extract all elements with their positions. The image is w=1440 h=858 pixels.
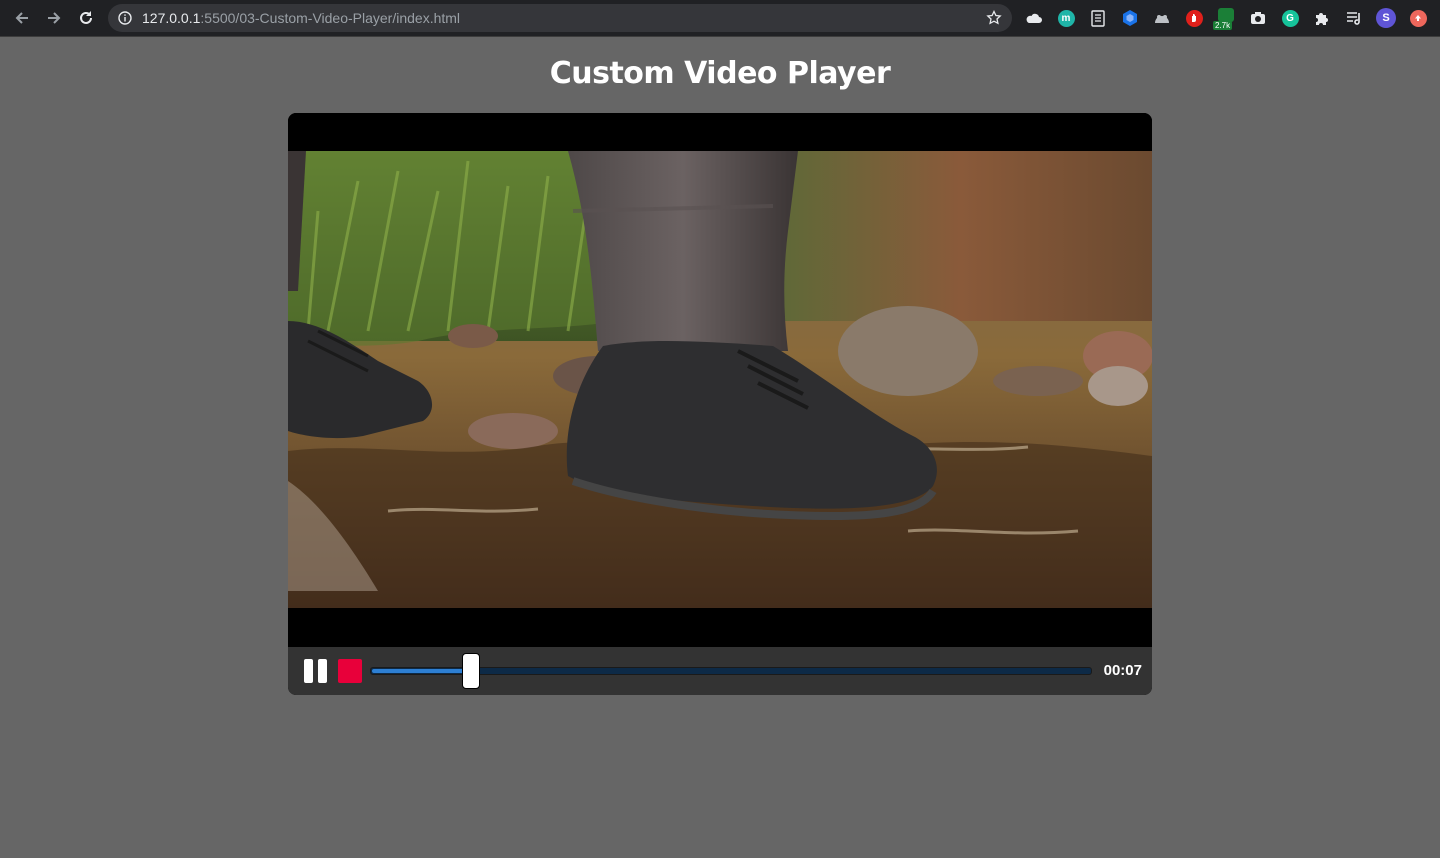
- reload-button[interactable]: [74, 6, 98, 30]
- back-arrow-icon: [15, 12, 28, 24]
- counter-badge: 2.7k: [1213, 21, 1233, 30]
- reading-list-icon[interactable]: [1344, 8, 1364, 28]
- timestamp: 00:07: [1103, 662, 1142, 679]
- m-extension-label: m: [1057, 9, 1075, 27]
- grammarly-label: G: [1281, 9, 1299, 27]
- address-bar[interactable]: 127.0.0.1:5500/03-Custom-Video-Player/in…: [108, 4, 1012, 32]
- pause-bar-right-icon: [318, 659, 327, 683]
- progress-thumb[interactable]: [462, 653, 481, 689]
- pause-bar-left-icon: [304, 659, 313, 683]
- video-player: 00:07: [288, 113, 1152, 695]
- reload-icon: [80, 11, 92, 24]
- cloud-extension-icon[interactable]: [1024, 8, 1044, 28]
- url-text: 127.0.0.1:5500/03-Custom-Video-Player/in…: [142, 10, 460, 26]
- profile-initial: S: [1376, 8, 1396, 28]
- document-extension-icon[interactable]: [1088, 8, 1108, 28]
- grammarly-extension-icon[interactable]: G: [1280, 8, 1300, 28]
- stop-button[interactable]: [338, 659, 362, 683]
- pause-button[interactable]: [304, 659, 328, 683]
- m-extension-icon[interactable]: m: [1056, 8, 1076, 28]
- browser-toolbar: 127.0.0.1:5500/03-Custom-Video-Player/in…: [0, 0, 1440, 37]
- progress-fill: [372, 669, 472, 673]
- camera-extension-icon[interactable]: [1248, 8, 1268, 28]
- progress-bar[interactable]: [370, 653, 1092, 689]
- cat-extension-icon[interactable]: [1152, 8, 1172, 28]
- player-controls: 00:07: [288, 647, 1152, 695]
- red-hand-extension-icon[interactable]: [1184, 8, 1204, 28]
- counter-extension-icon[interactable]: 2.7k: [1213, 8, 1236, 30]
- page-title: Custom Video Player: [549, 56, 891, 91]
- back-button[interactable]: [10, 6, 34, 30]
- info-icon[interactable]: [118, 11, 132, 25]
- video-viewport[interactable]: [288, 113, 1152, 647]
- puzzle-extension-icon[interactable]: [1312, 8, 1332, 28]
- bookmark-star-icon[interactable]: [986, 10, 1002, 26]
- url-path: :5500/03-Custom-Video-Player/index.html: [200, 10, 461, 26]
- url-host: 127.0.0.1: [142, 10, 201, 26]
- update-icon[interactable]: [1408, 8, 1428, 28]
- hexagon-extension-icon[interactable]: [1120, 8, 1140, 28]
- forward-arrow-icon: [48, 12, 61, 24]
- profile-avatar[interactable]: S: [1376, 8, 1396, 28]
- forward-button[interactable]: [42, 6, 66, 30]
- video-frame: [288, 151, 1152, 608]
